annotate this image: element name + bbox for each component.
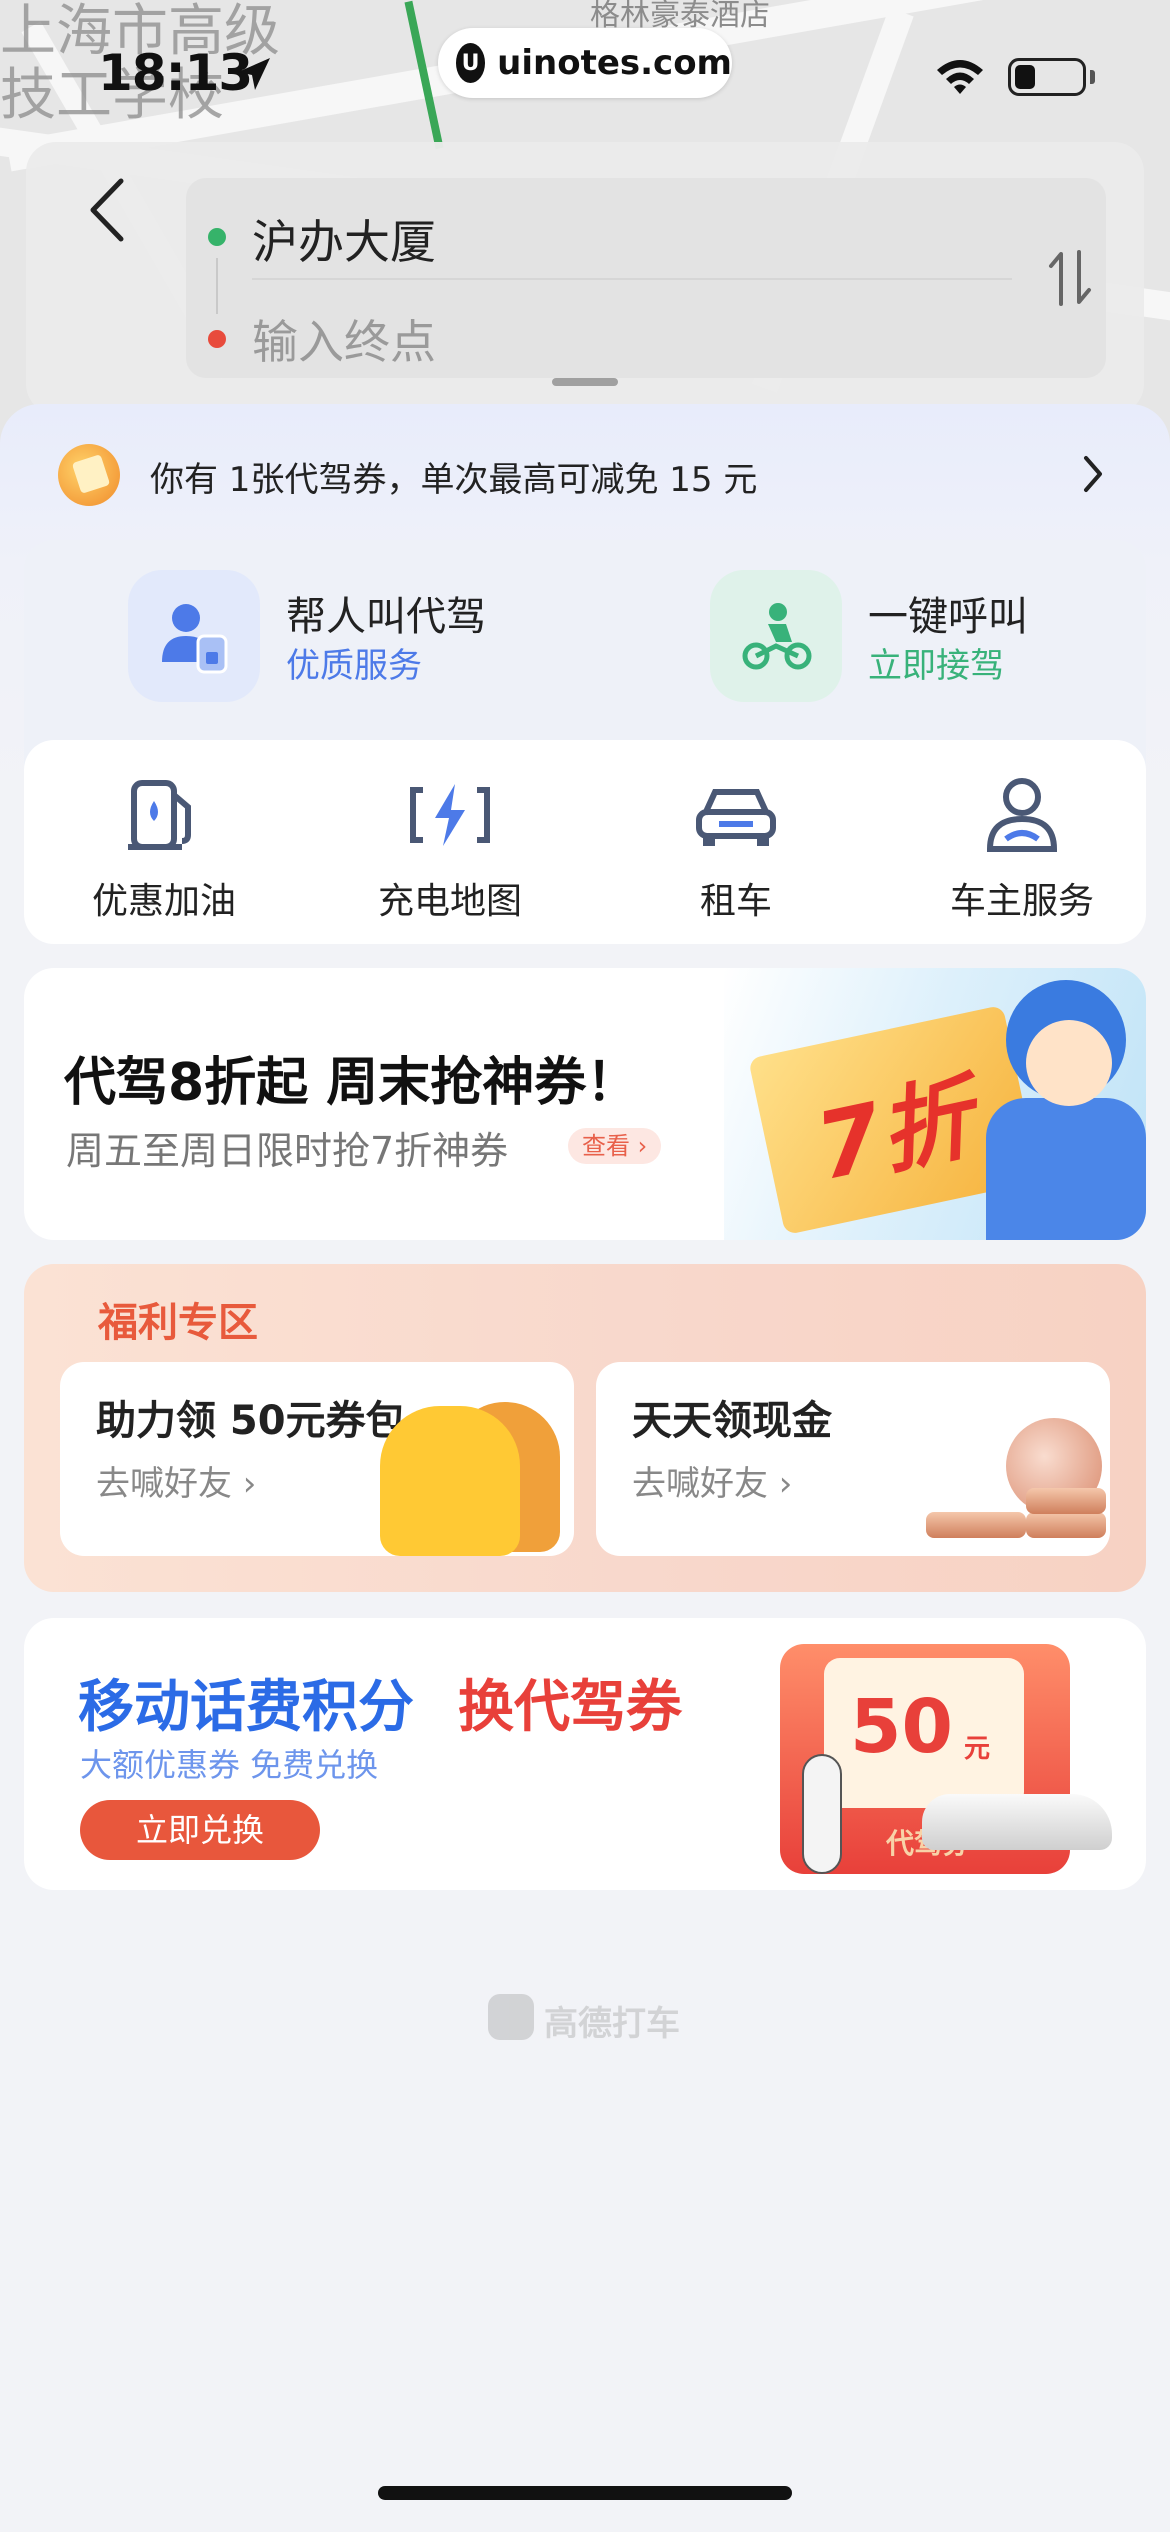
route-card: 沪办大厦 输入终点 (26, 142, 1144, 414)
welfare-title: 福利专区 (98, 1300, 258, 1346)
promo-title: 代驾8折起 周末抢神券！ (64, 1053, 639, 1113)
car-icon (686, 770, 786, 860)
chevron-right-icon (1084, 456, 1102, 492)
service-title: 帮人叫代驾 (286, 594, 486, 640)
exchange-subtitle: 大额优惠券 免费兑换 (80, 1746, 379, 1784)
fuel-pump-icon (114, 770, 214, 860)
promo-more-link[interactable]: 查看 › (568, 1128, 662, 1164)
voucher-amount: 50 (850, 1684, 953, 1770)
promo-illustration: 7折 (724, 968, 1146, 1240)
coupon-icon (58, 444, 120, 506)
url-text: uinotes.com (497, 43, 732, 83)
swap-button[interactable] (1038, 240, 1102, 316)
bottom-sheet: 你有 1张代驾券，单次最高可减免 15 元 帮人叫代驾 优质服务 一键呼叫 立即… (0, 404, 1170, 2532)
quick-actions-row: 优惠加油 充电地图 租车 车主服务 (24, 740, 1146, 944)
origin-dot-icon (208, 228, 226, 246)
site-logo-icon: U (456, 43, 486, 83)
route-inputs: 沪办大厦 输入终点 (186, 178, 1106, 378)
promo-banner[interactable]: 代驾8折起 周末抢神券！ 周五至周日限时抢7折神券 查看 › 7折 (24, 968, 1146, 1240)
home-indicator[interactable] (378, 2486, 792, 2500)
service-subtitle: 立即接驾 (868, 646, 1004, 686)
welfare-card-daily-cash[interactable]: 天天领现金 去喊好友 › (596, 1362, 1110, 1556)
quick-action-owner-service[interactable]: 车主服务 (912, 770, 1132, 922)
car-image (922, 1794, 1112, 1850)
quick-action-fuel[interactable]: 优惠加油 (54, 770, 274, 922)
exchange-title-part-a: 移动话费积分 (78, 1675, 414, 1740)
quick-action-label: 车主服务 (949, 881, 1094, 922)
coupon-text: 你有 1张代驾券，单次最高可减免 15 元 (150, 460, 758, 500)
welfare-section: 福利专区 助力领 50元券包 去喊好友 › 天天领现金 去喊好友 › (24, 1264, 1146, 1592)
exchange-banner[interactable]: 移动话费积分 换代驾券 大额优惠券 免费兑换 立即兑换 50 元 代驾券 (24, 1618, 1146, 1890)
destination-field[interactable]: 输入终点 (252, 306, 436, 372)
exchange-title-part-b: 换代驾券 (458, 1675, 682, 1740)
welfare-card-title: 天天领现金 (632, 1398, 832, 1444)
wifi-icon (937, 60, 983, 94)
brand-logo-icon (488, 1994, 534, 2040)
service-call-for-others[interactable]: 帮人叫代驾 优质服务 (128, 570, 488, 706)
quick-action-label: 充电地图 (377, 881, 522, 922)
welfare-card-title: 助力领 50元券包 (96, 1398, 406, 1444)
brand-footer-logo: 高德打车 (488, 1992, 682, 2044)
service-panel: 帮人叫代驾 优质服务 一键呼叫 立即接驾 优惠加油 充电地图 租车 车主服务 (24, 540, 1146, 944)
battery-icon (1008, 58, 1086, 96)
voucher-unit: 元 (964, 1734, 991, 1764)
status-time: 18:13 (98, 44, 253, 102)
coupon-bar[interactable]: 你有 1张代驾券，单次最高可减免 15 元 (0, 434, 1170, 516)
origin-field[interactable]: 沪办大厦 (252, 206, 436, 272)
chevron-left-icon (90, 178, 124, 242)
quick-action-label: 优惠加油 (91, 881, 236, 922)
url-pill[interactable]: U uinotes.com (438, 28, 732, 98)
driver-service-icon (972, 770, 1072, 860)
exchange-now-button[interactable]: 立即兑换 (80, 1800, 320, 1860)
driver-figure-image (802, 1754, 842, 1874)
status-bar: 18:13 U uinotes.com (0, 0, 1170, 140)
service-subtitle: 优质服务 (286, 646, 422, 686)
back-button[interactable] (72, 170, 142, 250)
welfare-card-subtitle: 去喊好友 › (96, 1464, 257, 1504)
welfare-card-subtitle: 去喊好友 › (632, 1464, 793, 1504)
promo-subtitle: 周五至周日限时抢7折神券 (66, 1129, 509, 1173)
charging-icon (400, 770, 500, 860)
sheet-drag-handle[interactable] (552, 378, 618, 386)
person-phone-icon (128, 570, 260, 702)
welfare-card-coupon-pack[interactable]: 助力领 50元券包 去喊好友 › (60, 1362, 574, 1556)
quick-action-car-rental[interactable]: 租车 (626, 770, 846, 922)
quick-action-label: 租车 (699, 881, 772, 922)
destination-dot-icon (208, 330, 226, 348)
quick-action-charging[interactable]: 充电地图 (340, 770, 560, 922)
location-arrow-icon (238, 58, 270, 90)
service-one-tap-call[interactable]: 一键呼叫 立即接驾 (710, 570, 1070, 706)
scooter-rider-icon (710, 570, 842, 702)
brand-name: 高德打车 (544, 2004, 680, 2044)
service-title: 一键呼叫 (868, 594, 1028, 640)
swap-arrows-icon (1049, 250, 1091, 306)
